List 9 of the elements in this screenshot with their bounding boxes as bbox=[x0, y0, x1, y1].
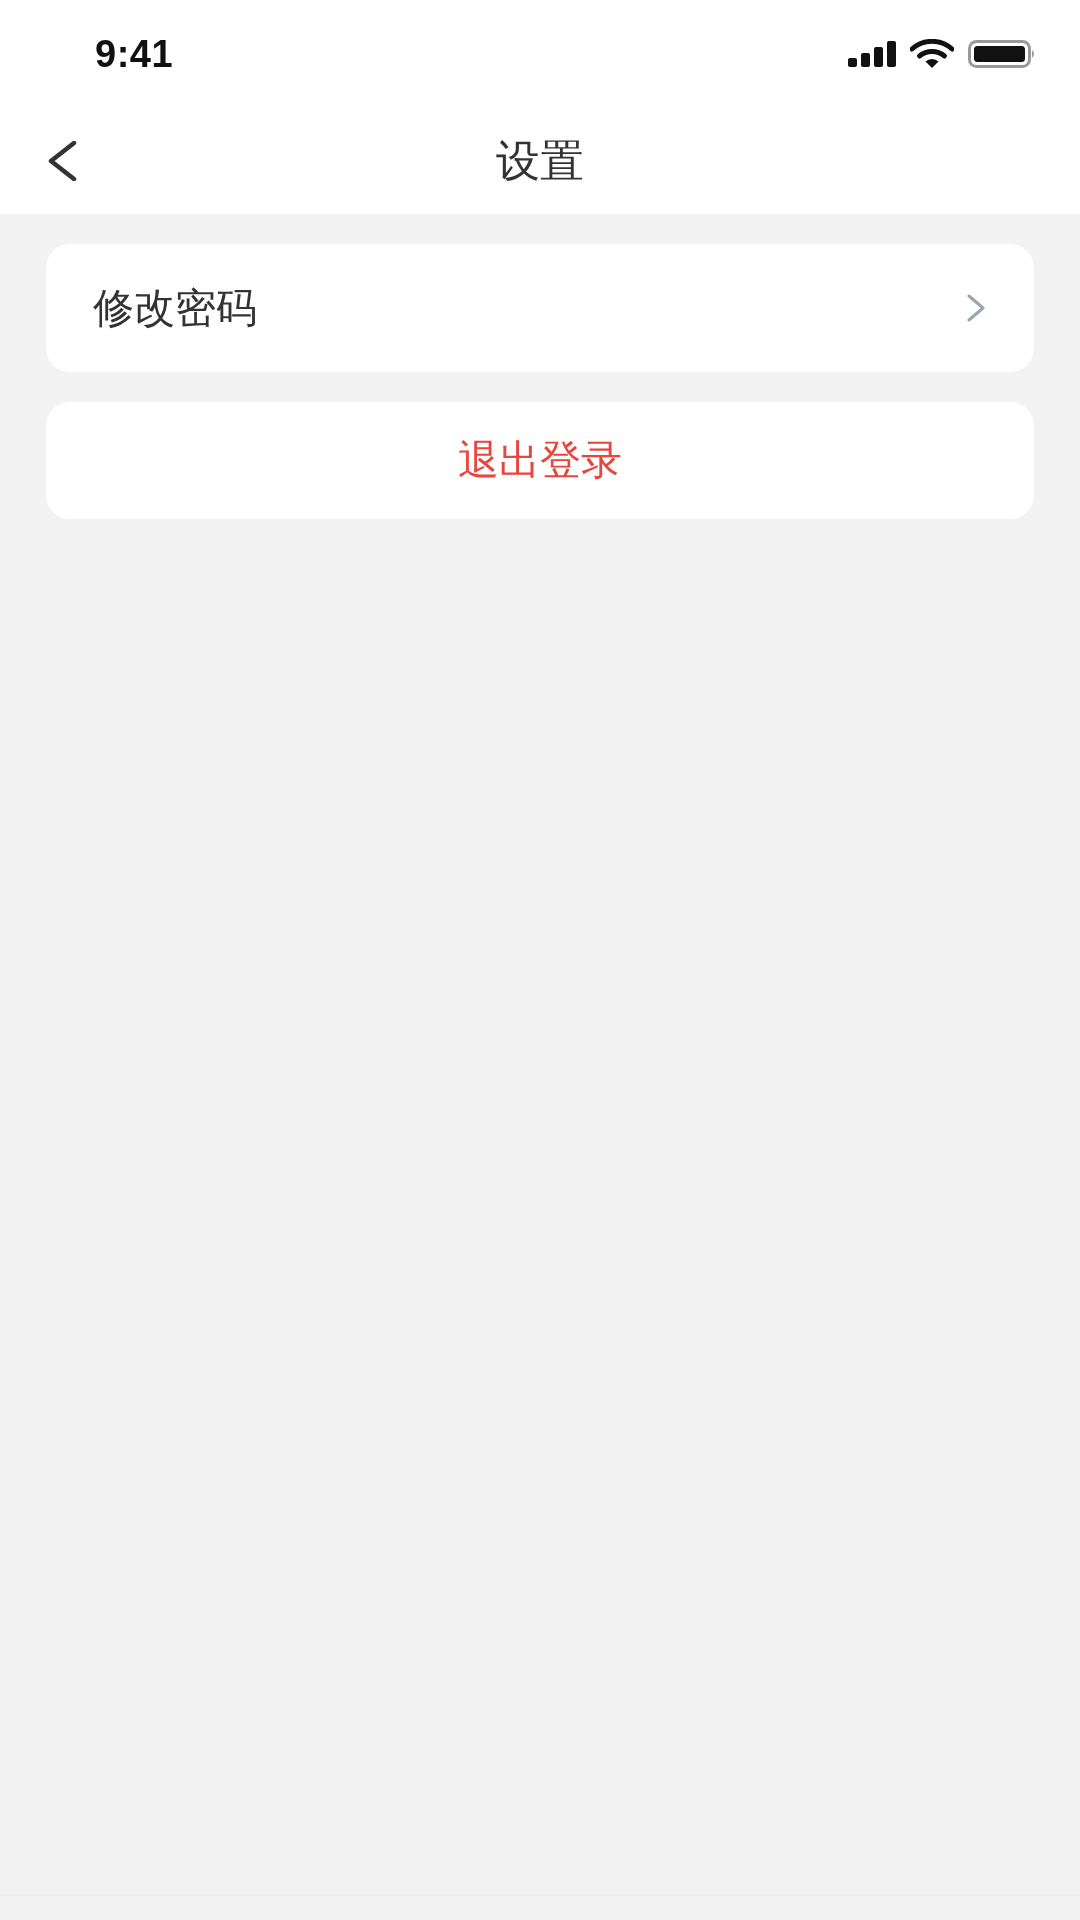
chevron-right-icon bbox=[967, 294, 985, 322]
battery-icon bbox=[968, 40, 1036, 68]
settings-row[interactable]: 修改密码 bbox=[46, 244, 1034, 372]
wifi-icon bbox=[910, 39, 954, 69]
logout-button[interactable]: 退出登录 bbox=[46, 402, 1034, 519]
back-icon bbox=[47, 141, 77, 181]
status-time: 9:41 bbox=[95, 32, 174, 76]
signal-icon bbox=[848, 41, 896, 67]
page-title: 设置 bbox=[496, 134, 584, 187]
